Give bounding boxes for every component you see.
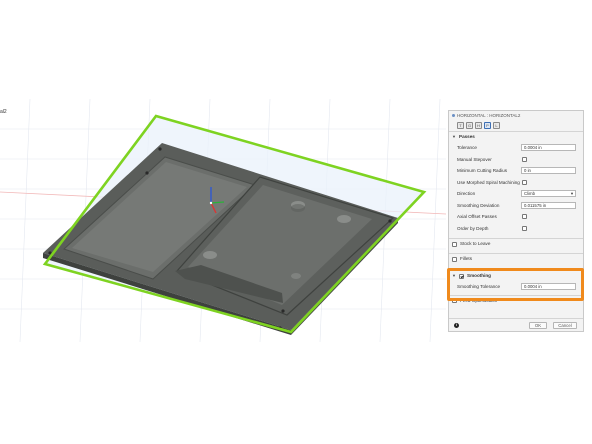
fillets-checkbox[interactable] [452,256,457,262]
cancel-button[interactable]: Cancel [553,321,577,329]
smoothing-checkbox[interactable] [459,273,464,279]
manual-stepover-checkbox[interactable] [522,156,527,162]
smoothing-deviation-input[interactable]: 0.011575 in [521,201,576,209]
axial-offset-passes-row: Axial Offset Passes [449,211,583,223]
divider [449,268,583,269]
stock-to-leave-label: Stock to Leave [460,241,491,246]
collapse-triangle-icon: ▼ [452,134,456,139]
dialog-footer: i OK Cancel [449,318,583,331]
smoothing-tolerance-input[interactable]: 0.0004 in [521,283,576,291]
smoothing-deviation-row: Smoothing Deviation 0.011575 in [449,200,583,212]
operation-icon [452,114,455,117]
dialog-title: HORIZONTAL : HORIZONTAL2 [457,113,521,118]
minimum-cutting-radius-input[interactable]: 0 in [521,167,576,175]
heights-tab-icon[interactable]: H [475,122,482,129]
stock-to-leave-checkbox[interactable] [452,241,457,247]
order-by-depth-checkbox[interactable] [522,225,527,231]
feed-optimization-section[interactable]: Feed Optimization [449,296,583,306]
smoothing-section-header[interactable]: ▼ Smoothing [449,271,583,281]
collapse-triangle-icon: ▼ [452,273,456,278]
feed-optimization-label: Feed Optimization [460,297,498,303]
cad-viewport[interactable]: al2 [0,99,446,342]
horizontal-dialog[interactable]: HORIZONTAL : HORIZONTAL2 T G H P L ▼ Pas… [448,110,584,332]
smoothing-label: Smoothing [467,273,491,278]
feed-optimization-checkbox[interactable] [452,298,457,303]
passes-section-label: Passes [459,134,475,139]
tolerance-input[interactable]: 0.0004 in [521,144,576,152]
manual-stepover-row: Manual Stepover [449,154,583,166]
morphed-spiral-label: Use Morphed Spiral Machining [457,179,520,185]
fillets-label: Fillets [460,256,472,261]
tolerance-row: Tolerance 0.0004 in [449,142,583,154]
tool-tab-icon[interactable]: T [457,122,464,129]
minimum-cutting-radius-row: Minimum Cutting Radius 0 in [449,165,583,177]
info-icon[interactable]: i [454,322,459,328]
direction-select[interactable]: Climb ▾ [521,190,576,198]
order-by-depth-label: Order by Depth [457,225,489,231]
axial-offset-passes-label: Axial Offset Passes [457,214,497,220]
part-model-scene[interactable] [0,99,446,342]
chevron-down-icon: ▾ [570,191,573,197]
smoothing-tolerance-row: Smoothing Tolerance 0.0004 in [449,281,583,293]
order-by-depth-row: Order by Depth [449,223,583,235]
morphed-spiral-row: Use Morphed Spiral Machining [449,177,583,189]
dialog-tabs: T G H P L [449,120,583,132]
geometry-tab-icon[interactable]: G [466,122,473,129]
ok-button[interactable]: OK [529,321,547,329]
manual-stepover-label: Manual Stepover [457,156,492,162]
direction-value: Climb [524,191,535,197]
axial-offset-passes-checkbox[interactable] [522,214,527,220]
linking-tab-icon[interactable]: L [493,122,500,129]
passes-section-header[interactable]: ▼ Passes [449,132,583,142]
morphed-spiral-checkbox[interactable] [522,179,527,185]
dialog-title-bar: HORIZONTAL : HORIZONTAL2 [449,111,583,120]
passes-tab-icon[interactable]: P [484,122,491,129]
stock-to-leave-section[interactable]: Stock to Leave [449,239,583,249]
direction-row: Direction Climb ▾ [449,188,583,200]
fillets-section[interactable]: Fillets [449,254,583,264]
